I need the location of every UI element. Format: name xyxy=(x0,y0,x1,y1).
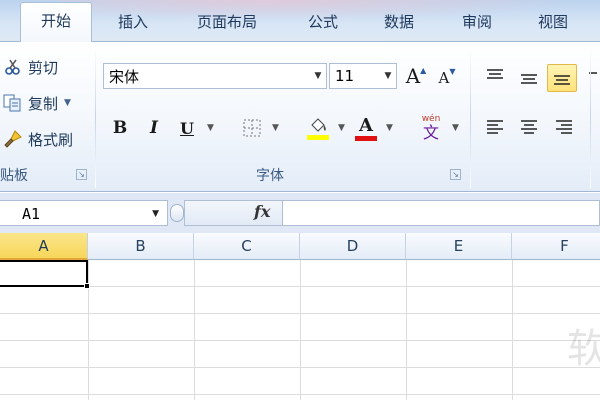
borders-button[interactable] xyxy=(240,115,264,141)
formula-input[interactable] xyxy=(282,200,600,226)
copy-dropdown-icon[interactable]: ▼ xyxy=(64,98,71,108)
grid-line xyxy=(0,367,600,368)
orientation-button-partial[interactable] xyxy=(583,64,600,92)
watermark-text: 软 xyxy=(567,326,600,372)
borders-dropdown-icon[interactable]: ▼ xyxy=(272,123,279,133)
grid-line xyxy=(0,340,600,341)
grid-line xyxy=(88,260,89,400)
borders-icon xyxy=(243,119,261,137)
align-bottom-button[interactable] xyxy=(547,64,577,92)
grow-font-button[interactable]: A ▲ xyxy=(402,63,430,89)
column-header-d[interactable]: D xyxy=(300,233,406,260)
fill-color-swatch xyxy=(307,134,329,140)
fill-handle[interactable] xyxy=(84,283,90,289)
phonetic-guide-button[interactable]: wén 文 xyxy=(414,112,448,144)
insert-function-icon[interactable]: fx xyxy=(254,202,270,221)
font-name-value: 宋体 xyxy=(109,67,140,86)
align-bottom-icon xyxy=(554,75,570,85)
tab-page-layout[interactable]: 页面布局 xyxy=(178,6,276,42)
bold-button[interactable]: B xyxy=(109,115,131,141)
font-launcher-icon[interactable]: ↘ xyxy=(450,169,461,180)
column-header-a[interactable]: A xyxy=(0,233,88,260)
font-size-combo[interactable]: 11 ▼ xyxy=(329,63,397,89)
fill-color-button[interactable] xyxy=(304,112,332,144)
grid-line xyxy=(300,260,301,400)
ribbon: 剪切 复制 ▼ 格式刷 贴板 ↘ 宋体 ▼ 11 ▼ A ▲ A ▼ B I U… xyxy=(0,42,600,192)
align-left-icon xyxy=(487,120,503,134)
arrow-up-icon: ▲ xyxy=(420,65,427,75)
align-middle-icon xyxy=(521,74,537,84)
cut-button[interactable]: 剪切 xyxy=(2,54,58,80)
grid-line xyxy=(0,313,600,314)
group-separator xyxy=(95,46,96,188)
grid-line xyxy=(0,286,600,287)
active-cell-a1[interactable] xyxy=(0,260,88,287)
name-box-value: A1 xyxy=(22,205,41,223)
fill-color-dropdown-icon[interactable]: ▼ xyxy=(338,123,345,133)
chevron-down-icon[interactable]: ▼ xyxy=(310,64,326,88)
paintbrush-icon xyxy=(2,128,24,150)
align-right-button[interactable] xyxy=(549,113,579,141)
phonetic-char: 文 xyxy=(422,123,439,142)
font-color-glyph: A xyxy=(359,114,373,136)
cell-grid[interactable]: 软 xyxy=(0,260,600,400)
align-middle-button[interactable] xyxy=(514,65,544,93)
align-center-icon xyxy=(521,120,537,134)
formula-bar: A1 ▼ fx xyxy=(0,193,600,233)
cut-label: 剪切 xyxy=(28,58,59,77)
align-right-icon xyxy=(556,120,572,134)
format-painter-label: 格式刷 xyxy=(28,130,74,149)
font-color-swatch xyxy=(355,135,377,141)
ribbon-tab-bar: 开始 插入 页面布局 公式 数据 审阅 视图 xyxy=(0,0,600,43)
copy-icon xyxy=(2,92,24,114)
grid-line xyxy=(0,394,600,395)
font-name-combo[interactable]: 宋体 ▼ xyxy=(103,63,327,89)
italic-button[interactable]: I xyxy=(143,115,165,141)
column-header-c[interactable]: C xyxy=(194,233,300,260)
font-color-button[interactable]: A xyxy=(352,112,380,144)
column-header-e[interactable]: E xyxy=(406,233,512,260)
underline-button[interactable]: U xyxy=(176,115,198,141)
font-color-dropdown-icon[interactable]: ▼ xyxy=(386,123,393,133)
phonetic-dropdown-icon[interactable]: ▼ xyxy=(452,123,459,133)
chevron-down-icon[interactable]: ▼ xyxy=(380,64,396,88)
copy-button[interactable]: 复制 ▼ xyxy=(2,90,71,116)
column-header-b[interactable]: B xyxy=(88,233,194,260)
shrink-font-glyph: A xyxy=(438,69,450,87)
tab-insert[interactable]: 插入 xyxy=(98,6,168,42)
align-top-icon xyxy=(487,69,503,79)
clipboard-launcher-icon[interactable]: ↘ xyxy=(76,169,87,180)
format-painter-button[interactable]: 格式刷 xyxy=(2,126,73,152)
grid-line xyxy=(512,260,513,400)
paint-bucket-icon xyxy=(311,117,326,132)
name-box[interactable]: A1 ▼ xyxy=(0,200,168,226)
tab-home[interactable]: 开始 xyxy=(20,2,92,43)
grid-line xyxy=(194,260,195,400)
orientation-icon xyxy=(588,72,597,74)
tab-view[interactable]: 视图 xyxy=(520,6,586,42)
formula-bar-splitter[interactable] xyxy=(170,204,184,222)
align-left-button[interactable] xyxy=(480,113,510,141)
grid-line xyxy=(406,260,407,400)
shrink-font-button[interactable]: A ▼ xyxy=(434,63,460,89)
chevron-down-icon[interactable]: ▼ xyxy=(152,209,159,219)
group-separator xyxy=(470,46,471,188)
font-group-label: 字体 xyxy=(256,168,284,184)
tab-data[interactable]: 数据 xyxy=(364,6,434,42)
copy-label: 复制 xyxy=(28,94,59,113)
font-size-value: 11 xyxy=(335,67,355,85)
clipboard-group-label: 贴板 xyxy=(0,168,28,184)
scissors-icon xyxy=(2,56,24,78)
arrow-down-icon: ▼ xyxy=(449,66,456,76)
group-separator xyxy=(590,46,591,188)
grow-font-glyph: A xyxy=(405,64,421,88)
underline-dropdown-icon[interactable]: ▼ xyxy=(207,123,214,133)
align-center-button[interactable] xyxy=(514,113,544,141)
column-header-f[interactable]: F xyxy=(512,233,600,260)
align-top-button[interactable] xyxy=(480,61,510,89)
tab-review[interactable]: 审阅 xyxy=(442,6,512,42)
tab-formulas[interactable]: 公式 xyxy=(290,6,356,42)
